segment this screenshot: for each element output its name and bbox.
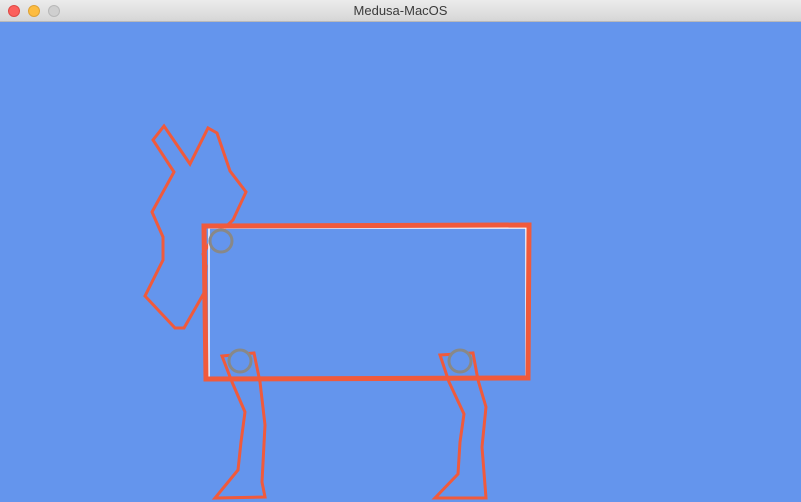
title-bar[interactable]: Medusa-MacOS	[0, 0, 801, 22]
window-title: Medusa-MacOS	[353, 3, 448, 18]
scene-svg	[0, 22, 801, 502]
canvas-background	[0, 22, 801, 502]
app-window: Medusa-MacOS	[0, 0, 801, 502]
joint-neck	[208, 228, 234, 254]
joint-front-hip	[447, 348, 473, 374]
render-canvas[interactable]	[0, 22, 801, 502]
joint-back-hip	[227, 348, 253, 374]
